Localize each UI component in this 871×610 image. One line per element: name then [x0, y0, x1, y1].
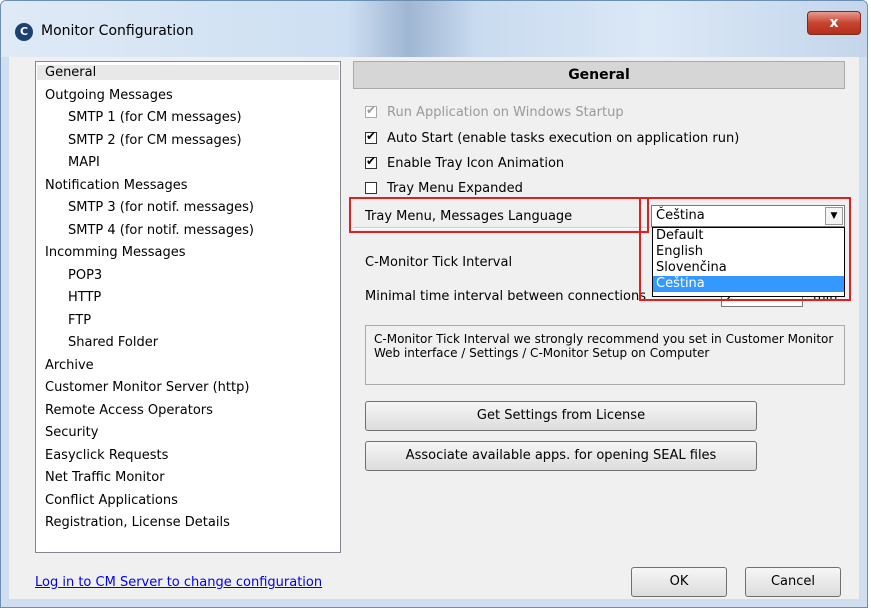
tree-item[interactable]: Outgoing Messages [45, 88, 173, 103]
tree-item[interactable]: FTP [68, 313, 91, 328]
tree-item[interactable]: Security [45, 425, 98, 440]
login-link[interactable]: Log in to CM Server to change configurat… [35, 575, 322, 590]
tree-item[interactable]: HTTP [68, 290, 101, 305]
tree-item[interactable]: Net Traffic Monitor [45, 470, 165, 485]
dropdown-arrow-icon[interactable]: ▼ [825, 207, 843, 225]
checkbox-unchecked-icon [365, 182, 377, 194]
tree-item[interactable]: SMTP 1 (for CM messages) [68, 110, 242, 125]
language-dropdown-list[interactable]: Default English Slovenčina Čeština [652, 227, 845, 297]
associate-apps-button[interactable]: Associate available apps. for opening SE… [365, 441, 757, 471]
settings-tree[interactable]: General Outgoing Messages SMTP 1 (for CM m… [35, 61, 341, 553]
window-title: Monitor Configuration [41, 23, 194, 39]
tree-item[interactable]: Notification Messages [45, 178, 187, 193]
app-icon: C [15, 23, 33, 41]
min-interval-label: Minimal time interval between connection… [365, 289, 646, 304]
title-bar[interactable]: C Monitor Configuration x [1, 1, 867, 57]
tree-item[interactable]: General [37, 65, 339, 80]
get-settings-button[interactable]: Get Settings from License [365, 401, 757, 431]
checkbox-checked-icon [365, 103, 377, 118]
tick-interval-info: C-Monitor Tick Interval we strongly reco… [365, 325, 845, 385]
cancel-button[interactable]: Cancel [745, 567, 841, 597]
tray-expanded-label: Tray Menu Expanded [387, 181, 523, 196]
tree-item[interactable]: Easyclick Requests [45, 448, 168, 463]
tray-animation-label: Enable Tray Icon Animation [387, 156, 565, 171]
dropdown-option[interactable]: English [653, 244, 844, 260]
dialog-body: General Outgoing Messages SMTP 1 (for CM m… [9, 57, 859, 599]
close-button[interactable]: x [807, 11, 861, 35]
language-label: Tray Menu, Messages Language [365, 209, 573, 224]
language-select-value: Čeština [656, 208, 705, 223]
tree-item[interactable]: Customer Monitor Server (http) [45, 380, 249, 395]
run-on-startup-checkbox[interactable]: Run Application on Windows Startup [365, 103, 624, 120]
tree-item[interactable]: SMTP 4 (for notif. messages) [68, 223, 254, 238]
tree-item[interactable]: Registration, License Details [45, 515, 230, 530]
tray-animation-checkbox[interactable]: Enable Tray Icon Animation [365, 154, 565, 171]
tree-item[interactable]: Remote Access Operators [45, 403, 213, 418]
tray-expanded-checkbox[interactable]: Tray Menu Expanded [365, 181, 523, 196]
tree-item[interactable]: Conflict Applications [45, 493, 178, 508]
auto-start-label: Auto Start (enable tasks execution on ap… [387, 131, 740, 146]
ok-button[interactable]: OK [631, 567, 727, 597]
dropdown-option[interactable]: Default [653, 228, 844, 244]
monitor-configuration-window: C Monitor Configuration x General Outgoin… [0, 0, 868, 608]
dropdown-option[interactable]: Slovenčina [653, 260, 844, 276]
tree-item[interactable]: MAPI [68, 155, 100, 170]
tree-item[interactable]: POP3 [68, 268, 102, 283]
tree-item[interactable]: Shared Folder [68, 335, 158, 350]
tree-item[interactable]: SMTP 2 (for CM messages) [68, 133, 242, 148]
checkbox-checked-icon [365, 154, 377, 169]
auto-start-checkbox[interactable]: Auto Start (enable tasks execution on ap… [365, 129, 740, 146]
tree-item[interactable]: Archive [45, 358, 94, 373]
checkbox-checked-icon [365, 129, 377, 144]
tree-item[interactable]: Incomming Messages [45, 245, 186, 260]
dropdown-option[interactable]: Čeština [653, 276, 844, 292]
language-select[interactable]: Čeština ▼ [651, 205, 845, 227]
tree-item[interactable]: SMTP 3 (for notif. messages) [68, 200, 254, 215]
run-on-startup-label: Run Application on Windows Startup [387, 105, 624, 120]
tick-interval-label: C-Monitor Tick Interval [365, 255, 513, 270]
panel-header: General [353, 61, 845, 89]
